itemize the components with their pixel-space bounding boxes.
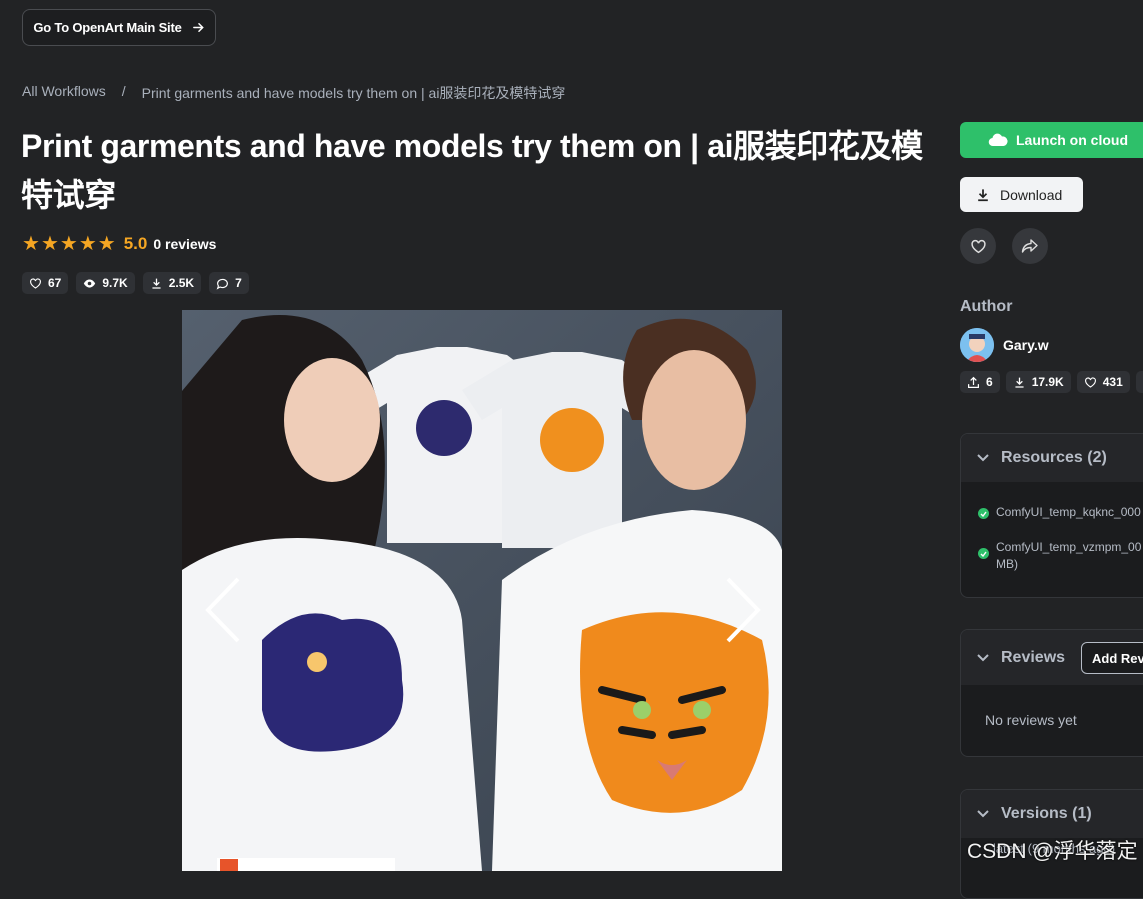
upload-icon: [967, 376, 980, 389]
breadcrumb: All Workflows / Print garments and have …: [22, 83, 565, 103]
heart-icon: [1084, 376, 1097, 389]
likes-count: 67: [48, 276, 61, 290]
comment-icon: [216, 277, 229, 290]
author-downloads-count: 17.9K: [1032, 375, 1064, 389]
versions-heading: Versions (1): [1001, 805, 1092, 823]
share-icon: [1021, 238, 1039, 254]
check-circle-icon: [978, 508, 989, 519]
author-name: Gary.w: [1003, 337, 1049, 353]
rating-value: 5.0: [124, 234, 148, 254]
downloads-stat: 2.5K: [143, 272, 201, 294]
download-icon: [1013, 376, 1026, 389]
breadcrumb-separator: /: [122, 83, 126, 103]
launch-label: Launch on cloud: [1016, 132, 1128, 148]
resource-size: MB): [996, 556, 1141, 573]
resource-item[interactable]: ComfyUI_temp_kqknc_000: [961, 505, 1143, 519]
breadcrumb-current: Print garments and have models try them …: [142, 83, 566, 103]
resource-name: ComfyUI_temp_kqknc_000: [996, 505, 1141, 519]
launch-on-cloud-button[interactable]: Launch on cloud: [960, 122, 1143, 158]
go-to-main-site-button[interactable]: Go To OpenArt Main Site: [22, 9, 216, 46]
download-icon: [976, 188, 990, 202]
previous-image-arrow-icon[interactable]: [200, 575, 250, 645]
heart-icon: [29, 277, 42, 290]
views-stat: 9.7K: [76, 272, 134, 294]
versions-header[interactable]: Versions (1): [961, 790, 1143, 838]
go-to-main-site-label: Go To OpenArt Main Site: [33, 20, 181, 35]
downloads-count: 2.5K: [169, 276, 194, 290]
author-uploads-count: 6: [986, 375, 993, 389]
author-uploads-stat: 6: [960, 371, 1000, 393]
resources-card: Resources (2) ComfyUI_temp_kqknc_000 Com…: [960, 433, 1143, 598]
heart-icon: [970, 238, 987, 255]
workflow-preview-image[interactable]: [182, 310, 782, 871]
author-heading: Author: [960, 298, 1012, 316]
likes-stat: 67: [22, 272, 68, 294]
comments-stat: 7: [209, 272, 249, 294]
star-icon: ★: [22, 234, 40, 254]
resources-heading: Resources (2): [1001, 449, 1107, 467]
add-review-button[interactable]: Add Review: [1081, 642, 1143, 674]
preview-illustration: [182, 310, 782, 871]
author-stats: 6 17.9K 431: [960, 371, 1143, 393]
check-circle-icon: [978, 548, 989, 559]
author-views-stat: [1136, 371, 1143, 393]
chevron-down-icon: [977, 654, 989, 662]
page-title: Print garments and have models try them …: [21, 122, 941, 220]
resource-item[interactable]: ComfyUI_temp_vzmpm_00 MB): [961, 539, 1143, 573]
like-button[interactable]: [960, 228, 996, 264]
no-reviews-text: No reviews yet: [961, 685, 1143, 728]
download-icon: [150, 277, 163, 290]
download-label: Download: [1000, 187, 1062, 203]
review-count[interactable]: 0 reviews: [153, 236, 216, 252]
author-downloads-stat: 17.9K: [1006, 371, 1071, 393]
star-icon: ★: [41, 234, 59, 254]
rating-stars: ★ ★ ★ ★ ★: [22, 234, 116, 254]
star-icon: ★: [60, 234, 78, 254]
star-icon: ★: [98, 234, 116, 254]
reviews-header[interactable]: Reviews Add Review: [961, 630, 1143, 685]
share-button[interactable]: [1012, 228, 1048, 264]
eye-icon: [83, 277, 96, 290]
avatar: [960, 328, 994, 362]
views-count: 9.7K: [102, 276, 127, 290]
reviews-heading: Reviews: [1001, 649, 1065, 667]
cloud-icon: [988, 133, 1008, 147]
comments-count: 7: [235, 276, 242, 290]
rating: ★ ★ ★ ★ ★ 5.0 0 reviews: [22, 234, 216, 254]
resources-header[interactable]: Resources (2): [961, 434, 1143, 482]
breadcrumb-all-workflows[interactable]: All Workflows: [22, 83, 106, 103]
author-profile[interactable]: Gary.w: [960, 328, 1049, 362]
star-icon: ★: [79, 234, 97, 254]
resource-name: ComfyUI_temp_vzmpm_00: [996, 539, 1141, 556]
author-likes-stat: 431: [1077, 371, 1130, 393]
chevron-down-icon: [977, 810, 989, 818]
workflow-stats: 67 9.7K 2.5K 7: [22, 272, 249, 294]
watermark: CSDN @浮华落定: [967, 835, 1138, 865]
reviews-card: Reviews Add Review No reviews yet: [960, 629, 1143, 757]
arrow-right-icon: [192, 21, 205, 34]
download-button[interactable]: Download: [960, 177, 1083, 212]
next-image-arrow-icon[interactable]: [716, 575, 766, 645]
author-likes-count: 431: [1103, 375, 1123, 389]
chevron-down-icon: [977, 454, 989, 462]
